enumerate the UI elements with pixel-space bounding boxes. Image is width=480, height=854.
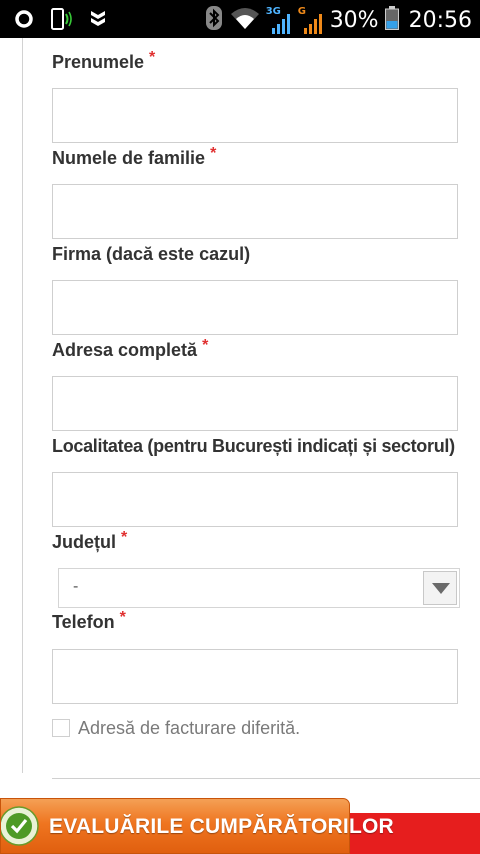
wifi-icon	[230, 6, 260, 35]
billing-address-checkbox[interactable]	[52, 719, 70, 737]
required-marker: *	[119, 609, 126, 626]
last-name-label-text: Numele de familie	[52, 148, 206, 168]
section-divider	[52, 778, 480, 779]
phone-vibrate-icon	[50, 7, 72, 36]
status-bar: 3G G 30% 20:56	[0, 0, 480, 38]
billing-address-checkbox-label[interactable]: Adresă de facturare diferită.	[78, 718, 300, 739]
company-input[interactable]	[52, 280, 458, 335]
last-name-input[interactable]	[52, 184, 458, 239]
required-marker: *	[210, 145, 217, 162]
chevron-down-icon	[432, 583, 450, 594]
county-label: Județul *	[52, 529, 128, 553]
last-name-label: Numele de familie *	[52, 145, 217, 169]
phone-label-text: Telefon	[52, 612, 115, 632]
shield-chevron-icon	[88, 8, 108, 35]
address-input[interactable]	[52, 376, 458, 431]
required-marker: *	[121, 529, 128, 546]
city-label-text: Localitatea (pentru București indicați ș…	[52, 436, 455, 456]
billing-address-option[interactable]: Adresă de facturare diferită.	[52, 716, 300, 740]
customer-reviews-label[interactable]: EVALUĂRILE CUMPĂRĂTORILOR	[49, 815, 394, 839]
company-label: Firma (dacă este cazul)	[52, 244, 250, 265]
phone-input[interactable]	[52, 649, 458, 704]
county-select[interactable]: -	[58, 568, 460, 608]
city-input[interactable]	[52, 472, 458, 527]
trust-seal-icon	[1, 806, 39, 846]
county-dropdown-button[interactable]	[423, 571, 457, 605]
left-border	[22, 38, 23, 773]
address-label-text: Adresa completă	[52, 340, 198, 360]
required-marker: *	[202, 337, 209, 354]
bluetooth-icon	[204, 5, 224, 36]
signal-3g-icon: 3G	[266, 6, 292, 34]
city-label: Localitatea (pentru București indicați ș…	[52, 436, 455, 457]
county-label-text: Județul	[52, 532, 117, 552]
customer-reviews-badge[interactable]: EVALUĂRILE CUMPĂRĂTORILOR	[0, 798, 394, 854]
circle-notification-icon	[14, 9, 34, 34]
battery-percent: 30%	[329, 8, 379, 33]
signal-g-icon: G	[298, 6, 324, 34]
required-marker: *	[149, 49, 156, 66]
checkout-form-page: Prenumele * Numele de familie * Firma (dac…	[0, 38, 480, 854]
first-name-label-text: Prenumele	[52, 52, 145, 72]
first-name-input[interactable]	[52, 88, 458, 143]
county-selected-value: -	[73, 578, 79, 595]
clock: 20:56	[408, 8, 472, 33]
battery-icon	[384, 6, 399, 35]
company-label-text: Firma (dacă este cazul)	[52, 244, 251, 264]
first-name-label: Prenumele *	[52, 49, 156, 73]
address-label: Adresa completă *	[52, 337, 209, 361]
phone-label: Telefon *	[52, 609, 126, 633]
